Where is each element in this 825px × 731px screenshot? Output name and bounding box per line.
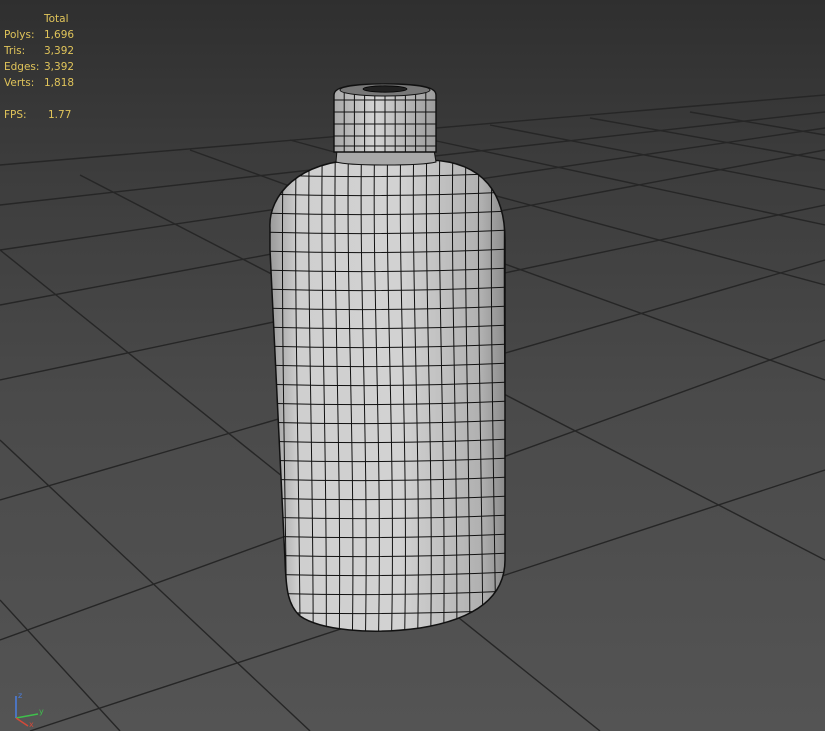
axis-z-label: z <box>18 691 22 700</box>
stat-value: 1,818 <box>44 77 75 89</box>
axis-x-line <box>15 717 29 727</box>
bottle-cap-opening <box>362 85 408 93</box>
stat-value: 3,392 <box>44 61 75 73</box>
bottle-mesh[interactable] <box>260 83 510 640</box>
stat-row-verts: Verts: 1,818 <box>4 75 88 91</box>
stats-header: Total <box>44 13 69 25</box>
viewport-scene[interactable] <box>0 0 825 731</box>
stat-label: Verts: <box>4 77 35 89</box>
stat-label: Edges: <box>4 61 40 73</box>
stat-row-tris: Tris: 3,392 <box>4 43 88 59</box>
axis-y-line <box>15 713 39 719</box>
stat-value: 1,696 <box>44 29 75 41</box>
3d-viewport[interactable]: Total Polys: 1,696 Tris: 3,392 Edges: 3,… <box>0 0 825 731</box>
stat-row-fps: FPS: 1.77 <box>4 107 88 123</box>
stat-label: Polys: <box>4 29 35 41</box>
stat-value: 3,392 <box>44 45 75 57</box>
axis-tripod-icon: z y x <box>15 691 44 728</box>
stat-row-edges: Edges: 3,392 <box>4 59 88 75</box>
grid-line <box>589 117 825 161</box>
stat-label: Tris: <box>4 45 26 57</box>
statistics-overlay: Total Polys: 1,696 Tris: 3,392 Edges: 3,… <box>4 11 88 123</box>
fps-label: FPS: <box>4 109 27 121</box>
stat-row-polys: Polys: 1,696 <box>4 27 88 43</box>
grid-line <box>0 439 311 731</box>
fps-value: 1.77 <box>48 109 72 121</box>
axis-y-label: y <box>39 707 44 716</box>
axis-x-label: x <box>29 720 34 728</box>
grid-line <box>689 111 825 136</box>
